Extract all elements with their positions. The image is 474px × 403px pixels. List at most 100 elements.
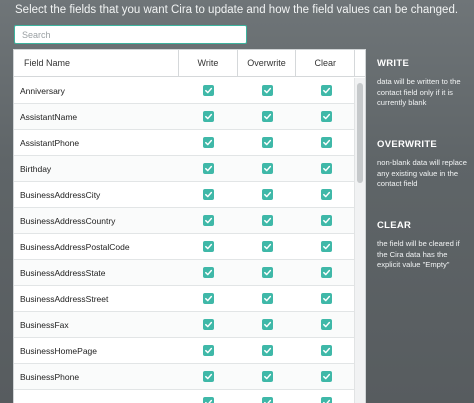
checkmark-icon bbox=[323, 139, 331, 146]
clear-checkbox[interactable] bbox=[321, 85, 333, 96]
field-name: BusinessFax bbox=[20, 319, 69, 330]
write-checkbox[interactable] bbox=[203, 241, 215, 252]
table-row: BusinessFax bbox=[14, 312, 356, 338]
checkmark-icon bbox=[205, 399, 213, 403]
clear-checkbox[interactable] bbox=[321, 241, 333, 252]
clear-cell bbox=[297, 137, 356, 148]
clear-checkbox[interactable] bbox=[321, 345, 333, 356]
write-checkbox[interactable] bbox=[203, 189, 215, 200]
clear-checkbox[interactable] bbox=[321, 215, 333, 226]
checkmark-icon bbox=[205, 87, 213, 94]
write-checkbox[interactable] bbox=[203, 215, 215, 226]
overwrite-cell bbox=[238, 267, 297, 278]
write-checkbox[interactable] bbox=[203, 111, 215, 122]
field-name: BusinessAddressCountry bbox=[20, 215, 116, 226]
overwrite-cell bbox=[238, 319, 297, 330]
checkmark-icon bbox=[205, 295, 213, 302]
overwrite-checkbox[interactable] bbox=[262, 371, 274, 382]
field-name: BusinessHomePage bbox=[20, 345, 98, 356]
field-name: BusinessAddressState bbox=[20, 267, 106, 278]
write-cell bbox=[180, 267, 239, 278]
clear-checkbox[interactable] bbox=[321, 189, 333, 200]
legend-overwrite: OVERWRITE non-blank data will replace an… bbox=[377, 139, 471, 190]
checkmark-icon bbox=[205, 217, 213, 224]
overwrite-cell bbox=[238, 293, 297, 304]
write-checkbox[interactable] bbox=[203, 85, 215, 96]
overwrite-cell bbox=[238, 371, 297, 382]
checkmark-icon bbox=[264, 217, 272, 224]
field-name: Anniversary bbox=[20, 85, 65, 96]
legend-clear: CLEAR the field will be cleared if the C… bbox=[377, 220, 471, 271]
checkmark-icon bbox=[264, 269, 272, 276]
legend-write-text: data will be written to the contact fiel… bbox=[377, 77, 461, 107]
write-checkbox[interactable] bbox=[203, 371, 215, 382]
checkmark-icon bbox=[205, 347, 213, 354]
checkmark-icon bbox=[323, 321, 331, 328]
write-cell bbox=[180, 85, 239, 96]
clear-checkbox[interactable] bbox=[321, 267, 333, 278]
checkmark-icon bbox=[205, 165, 213, 172]
checkmark-icon bbox=[205, 243, 213, 250]
overwrite-checkbox[interactable] bbox=[262, 267, 274, 278]
checkmark-icon bbox=[264, 139, 272, 146]
overwrite-cell bbox=[238, 163, 297, 174]
overwrite-cell bbox=[238, 189, 297, 200]
table-row: BusinessAddressStreet bbox=[14, 286, 356, 312]
write-checkbox[interactable] bbox=[203, 267, 215, 278]
clear-checkbox[interactable] bbox=[321, 397, 333, 403]
overwrite-checkbox[interactable] bbox=[262, 397, 274, 403]
overwrite-checkbox[interactable] bbox=[262, 189, 274, 200]
write-cell bbox=[180, 397, 239, 403]
overwrite-checkbox[interactable] bbox=[262, 137, 274, 148]
instruction-text: Select the fields that you want Cira to … bbox=[15, 4, 459, 16]
table-row: BusinessAddressCountry bbox=[14, 208, 356, 234]
write-checkbox[interactable] bbox=[203, 319, 215, 330]
overwrite-checkbox[interactable] bbox=[262, 345, 274, 356]
write-checkbox[interactable] bbox=[203, 345, 215, 356]
checkmark-icon bbox=[264, 191, 272, 198]
overwrite-cell bbox=[238, 345, 297, 356]
clear-checkbox[interactable] bbox=[321, 293, 333, 304]
table-row: BusinessHomePage bbox=[14, 338, 356, 364]
clear-checkbox[interactable] bbox=[321, 137, 333, 148]
header-spacer bbox=[355, 50, 365, 76]
checkmark-icon bbox=[205, 139, 213, 146]
clear-checkbox[interactable] bbox=[321, 371, 333, 382]
checkmark-icon bbox=[205, 321, 213, 328]
clear-cell bbox=[297, 215, 356, 226]
checkmark-icon bbox=[264, 399, 272, 403]
clear-cell bbox=[297, 397, 356, 403]
header-clear[interactable]: Clear bbox=[296, 50, 356, 76]
overwrite-checkbox[interactable] bbox=[262, 319, 274, 330]
clear-checkbox[interactable] bbox=[321, 111, 333, 122]
checkmark-icon bbox=[205, 191, 213, 198]
scrollbar-thumb[interactable] bbox=[357, 83, 363, 183]
write-checkbox[interactable] bbox=[203, 137, 215, 148]
clear-checkbox[interactable] bbox=[321, 319, 333, 330]
header-write[interactable]: Write bbox=[179, 50, 238, 76]
write-cell bbox=[180, 293, 239, 304]
overwrite-checkbox[interactable] bbox=[262, 293, 274, 304]
overwrite-checkbox[interactable] bbox=[262, 241, 274, 252]
overwrite-checkbox[interactable] bbox=[262, 111, 274, 122]
write-checkbox[interactable] bbox=[203, 397, 215, 403]
field-name: BusinessAddressStreet bbox=[20, 293, 109, 304]
clear-cell bbox=[297, 163, 356, 174]
table-scrollbar[interactable] bbox=[354, 78, 365, 403]
clear-cell bbox=[297, 85, 356, 96]
search-input[interactable] bbox=[14, 25, 247, 44]
checkmark-icon bbox=[205, 269, 213, 276]
clear-checkbox[interactable] bbox=[321, 163, 333, 174]
table-row: BusinessAddressCity bbox=[14, 182, 356, 208]
overwrite-checkbox[interactable] bbox=[262, 163, 274, 174]
overwrite-cell bbox=[238, 111, 297, 122]
table-row: Anniversary bbox=[14, 78, 356, 104]
write-checkbox[interactable] bbox=[203, 293, 215, 304]
overwrite-cell bbox=[238, 215, 297, 226]
header-overwrite[interactable]: Overwrite bbox=[238, 50, 297, 76]
write-checkbox[interactable] bbox=[203, 163, 215, 174]
legend-write-title: WRITE bbox=[377, 58, 410, 69]
overwrite-checkbox[interactable] bbox=[262, 215, 274, 226]
overwrite-checkbox[interactable] bbox=[262, 85, 274, 96]
clear-cell bbox=[297, 293, 356, 304]
